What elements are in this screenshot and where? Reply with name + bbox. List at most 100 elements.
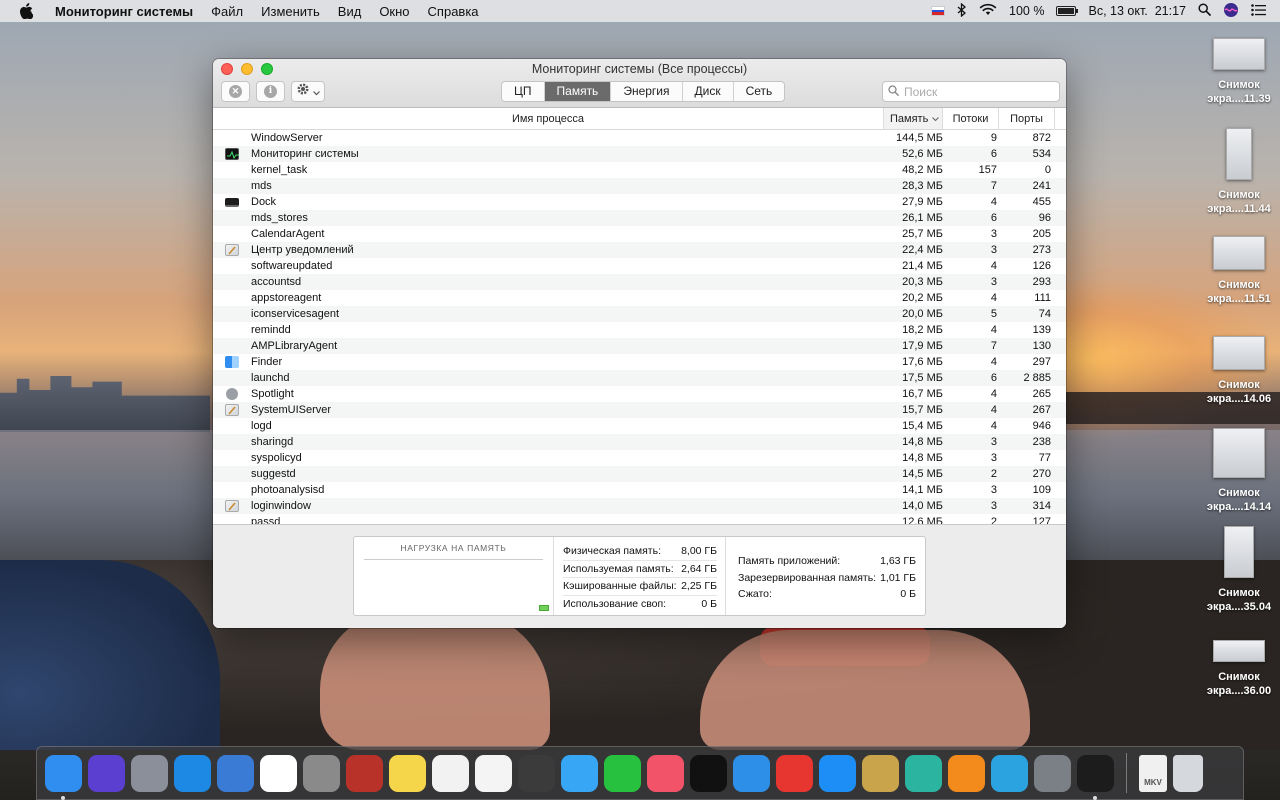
- column-header-memory[interactable]: Память: [883, 108, 943, 129]
- column-header-threads[interactable]: Потоки: [943, 108, 999, 129]
- inspect-process-button[interactable]: i: [256, 81, 285, 102]
- tab-cpu[interactable]: ЦП: [502, 82, 545, 101]
- table-row[interactable]: launchd 17,5 МБ 6 2 885: [213, 370, 1066, 386]
- notes-icon[interactable]: [389, 754, 426, 792]
- notification-center-icon[interactable]: [1251, 3, 1266, 19]
- bluetooth-icon[interactable]: [957, 2, 967, 20]
- launchpad-icon[interactable]: [131, 754, 168, 792]
- menu-app-name[interactable]: Мониторинг системы: [46, 4, 202, 19]
- table-row[interactable]: iconservicesagent 20,0 МБ 5 74: [213, 306, 1066, 322]
- tab-energy[interactable]: Энергия: [611, 82, 683, 101]
- apple-menu-icon[interactable]: [18, 3, 34, 19]
- spotlight-search-icon[interactable]: [1198, 3, 1211, 19]
- tab-memory[interactable]: Память: [544, 82, 612, 101]
- downloader-icon[interactable]: [905, 754, 942, 792]
- table-row[interactable]: Spotlight 16,7 МБ 4 265: [213, 386, 1066, 402]
- input-source-flag-icon[interactable]: [931, 6, 946, 16]
- table-row[interactable]: loginwindow 14,0 МБ 3 314: [213, 498, 1066, 514]
- table-row[interactable]: Центр уведомлений 22,4 МБ 3 273: [213, 242, 1066, 258]
- desktop-screenshot-file[interactable]: Снимок экра....11.44: [1198, 128, 1280, 216]
- table-row[interactable]: logd 15,4 МБ 4 946: [213, 418, 1066, 434]
- messages-icon[interactable]: [561, 754, 598, 792]
- tab-disk[interactable]: Диск: [683, 82, 734, 101]
- telegram-icon[interactable]: [991, 754, 1028, 792]
- table-row[interactable]: syspolicyd 14,8 МБ 3 77: [213, 450, 1066, 466]
- safari-icon[interactable]: [174, 754, 211, 792]
- battery-percent[interactable]: 100 %: [1009, 4, 1044, 18]
- process-threads: 5: [990, 308, 997, 320]
- process-icon-cell: [213, 148, 251, 160]
- activity-monitor-icon[interactable]: [1077, 754, 1114, 800]
- vlc-icon[interactable]: [948, 754, 985, 792]
- trash-icon[interactable]: [1173, 754, 1203, 792]
- siri-menu-icon[interactable]: [1223, 2, 1239, 21]
- table-row[interactable]: Мониторинг системы 52,6 МБ 6 534: [213, 146, 1066, 162]
- table-row[interactable]: suggestd 14,5 МБ 2 270: [213, 466, 1066, 482]
- facetime-icon[interactable]: [604, 754, 641, 792]
- table-row[interactable]: photoanalysisd 14,1 МБ 3 109: [213, 482, 1066, 498]
- music-icon[interactable]: [647, 754, 684, 792]
- desktop-screenshot-file[interactable]: Снимок экра....14.06: [1198, 336, 1280, 406]
- table-row[interactable]: passd 12,6 МБ 2 127: [213, 514, 1066, 524]
- column-header-ports[interactable]: Порты: [999, 108, 1055, 129]
- tab-network[interactable]: Сеть: [734, 82, 785, 101]
- actions-menu-button[interactable]: [291, 81, 325, 102]
- desktop-screenshot-file[interactable]: Снимок экра....11.39: [1198, 38, 1280, 106]
- photos-icon[interactable]: [475, 754, 512, 792]
- memory-stat-label: Физическая память:: [563, 545, 661, 558]
- table-row[interactable]: AMPLibraryAgent 17,9 МБ 7 130: [213, 338, 1066, 354]
- table-row[interactable]: kernel_task 48,2 МБ 157 0: [213, 162, 1066, 178]
- system-preferences-icon[interactable]: [1034, 754, 1071, 792]
- process-ports: 946: [1032, 420, 1051, 432]
- table-row[interactable]: Finder 17,6 МБ 4 297: [213, 354, 1066, 370]
- menu-file[interactable]: Файл: [202, 4, 252, 19]
- finder-icon[interactable]: [45, 754, 82, 800]
- desktop-screenshot-file[interactable]: Снимок экра....36.00: [1198, 640, 1280, 698]
- memory-stat-row: Использование своп: 0 Б: [563, 596, 717, 614]
- desktop-screenshot-file[interactable]: Снимок экра....35.04: [1198, 526, 1280, 614]
- archive-utility-icon[interactable]: [862, 754, 899, 792]
- file-thumbnail-icon: [1213, 428, 1265, 478]
- mkv-file-icon[interactable]: MKV: [1139, 754, 1167, 792]
- calendar-icon[interactable]: [260, 754, 297, 792]
- target-app-icon[interactable]: [776, 754, 813, 792]
- desktop-screenshot-file[interactable]: Снимок экра....11.51: [1198, 236, 1280, 306]
- process-table[interactable]: WindowServer 144,5 МБ 9 872 Мониторинг систе…: [213, 130, 1066, 524]
- apple-tv-icon[interactable]: [690, 754, 727, 792]
- menu-window[interactable]: Окно: [370, 4, 418, 19]
- file-name-line2: экра....11.51: [1207, 293, 1271, 305]
- calculator-icon[interactable]: [303, 754, 340, 792]
- desktop-screenshot-file[interactable]: Снимок экра....14.14: [1198, 428, 1280, 514]
- siri-icon[interactable]: [88, 754, 125, 792]
- window-title: Мониторинг системы (Все процессы): [531, 62, 748, 76]
- table-row[interactable]: mds_stores 26,1 МБ 6 96: [213, 210, 1066, 226]
- menu-clock[interactable]: Вс, 13 окт. 21:17: [1088, 4, 1186, 18]
- table-row[interactable]: appstoreagent 20,2 МБ 4 111: [213, 290, 1066, 306]
- battery-icon[interactable]: [1056, 6, 1079, 16]
- table-row[interactable]: accountsd 20,3 МБ 3 293: [213, 274, 1066, 290]
- layers-app-icon[interactable]: [518, 754, 555, 792]
- app-store-icon[interactable]: [819, 754, 856, 792]
- table-row[interactable]: Dock 27,9 МБ 4 455: [213, 194, 1066, 210]
- column-header-process-name[interactable]: Имя процесса: [213, 113, 883, 125]
- table-row[interactable]: mds 28,3 МБ 7 241: [213, 178, 1066, 194]
- file-thumbnail-icon: [1213, 236, 1265, 270]
- reminders-icon[interactable]: [432, 754, 469, 792]
- table-row[interactable]: sharingd 14,8 МБ 3 238: [213, 434, 1066, 450]
- table-row[interactable]: WindowServer 144,5 МБ 9 872: [213, 130, 1066, 146]
- process-memory: 12,6 МБ: [902, 516, 943, 524]
- search-input[interactable]: [904, 84, 1044, 99]
- menu-help[interactable]: Справка: [419, 4, 488, 19]
- mail-stamp-icon[interactable]: [217, 754, 254, 792]
- menu-edit[interactable]: Изменить: [252, 4, 329, 19]
- wifi-icon[interactable]: [979, 3, 997, 19]
- search-field[interactable]: [882, 81, 1060, 102]
- table-row[interactable]: softwareupdated 21,4 МБ 4 126: [213, 258, 1066, 274]
- stop-process-button[interactable]: ✕: [221, 81, 250, 102]
- menu-view[interactable]: Вид: [329, 4, 371, 19]
- photo-booth-icon[interactable]: [346, 754, 383, 792]
- table-row[interactable]: SystemUIServer 15,7 МБ 4 267: [213, 402, 1066, 418]
- maps-app-icon[interactable]: [733, 754, 770, 792]
- table-row[interactable]: remindd 18,2 МБ 4 139: [213, 322, 1066, 338]
- table-row[interactable]: CalendarAgent 25,7 МБ 3 205: [213, 226, 1066, 242]
